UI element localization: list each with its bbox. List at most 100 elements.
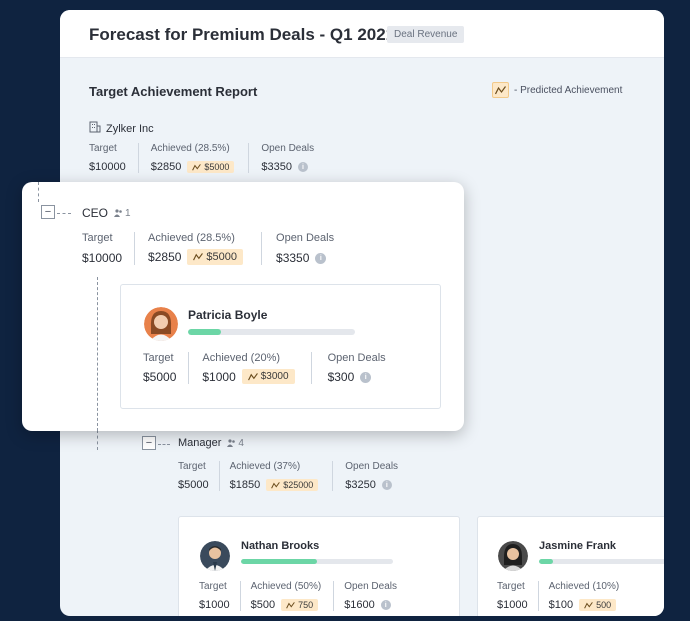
achieved-value: $2850 $5000 [151, 161, 235, 173]
target-value: $10000 [89, 161, 126, 173]
employee-card-nathan-brooks[interactable]: Nathan Brooks Target $1000 Achieved (50%… [178, 516, 460, 616]
achieved-label: Achieved (28.5%) [148, 232, 235, 244]
predicted-value: $3000 [260, 371, 289, 382]
tree-connector [97, 277, 98, 431]
predicted-trend-icon [492, 82, 509, 98]
achieved-label: Achieved (28.5%) [150, 143, 230, 154]
achievement-progress [241, 559, 393, 564]
page-title: Forecast for Premium Deals - Q1 2021 [89, 25, 396, 44]
ceo-card[interactable]: − CEO 1 Target $10000 Achieved (28.5%) $… [22, 182, 464, 431]
ceo-label: CEO [82, 206, 109, 220]
achieved-value: $500 750 [251, 599, 322, 611]
achieved-label: Achieved (50%) [250, 581, 322, 592]
member-count: 4 [227, 438, 244, 449]
avatar [144, 307, 178, 341]
achievement-progress [539, 559, 664, 564]
org-metrics: Target $10000 Achieved (28.5%) $2850 $50… [89, 143, 314, 173]
achievement-progress [188, 329, 355, 335]
employee-name: Nathan Brooks [241, 540, 320, 552]
target-value: $1000 [199, 599, 230, 611]
info-icon[interactable]: i [297, 162, 308, 172]
tree-connector [97, 430, 98, 450]
legend-label: - Predicted Achievement [514, 84, 623, 96]
predicted-value: $5000 [206, 251, 238, 263]
trend-icon [271, 481, 280, 488]
open-deals-value: $1600 i [344, 599, 397, 611]
org-achieved: Achieved (28.5%) $2850 $5000 [139, 143, 249, 173]
org-open-deals: Open Deals $3350 i [249, 143, 314, 173]
open-deals-label: Open Deals [345, 461, 399, 472]
predicted-value: 500 [596, 600, 612, 610]
manager-node[interactable]: Manager 4 [178, 437, 244, 449]
predicted-value: $25000 [283, 480, 314, 490]
target-label: Target [178, 461, 206, 472]
progress-fill [241, 559, 317, 564]
trend-icon [286, 601, 295, 608]
predicted-chip: $3000 [241, 369, 295, 384]
predicted-chip: 500 [579, 599, 617, 611]
tree-connector [158, 444, 170, 445]
info-icon[interactable]: i [381, 480, 392, 490]
info-icon[interactable]: i [380, 600, 391, 610]
info-icon[interactable]: i [315, 252, 327, 264]
manager-metrics: Target $5000 Achieved (37%) $1850 $25000… [178, 461, 398, 491]
report-title: Target Achievement Report [89, 84, 258, 99]
target-value: $10000 [82, 251, 123, 265]
open-deals-value: $3350 i [276, 251, 334, 265]
building-icon [89, 120, 101, 138]
trend-icon [247, 372, 258, 380]
open-deals-label: Open Deals [327, 352, 386, 364]
tree-connector [38, 182, 39, 202]
ceo-metrics: Target $10000 Achieved (28.5%) $2850 $50… [82, 232, 334, 265]
predicted-value: 750 [298, 600, 314, 610]
employee-card-jasmine-frank[interactable]: Jasmine Frank Target $1000 Achieved (10%… [477, 516, 664, 616]
info-icon[interactable]: i [360, 371, 372, 383]
target-value: $5000 [143, 370, 177, 384]
legend: - Predicted Achievement [492, 82, 622, 98]
achieved-amount: $2850 [148, 250, 182, 264]
open-amount: $3350 [261, 161, 292, 173]
achieved-label: Achieved (37%) [229, 461, 301, 472]
ceo-node[interactable]: CEO 1 [82, 206, 131, 220]
org-name: Zylker Inc [106, 123, 154, 135]
target-value: $5000 [178, 479, 209, 491]
employee-name: Jasmine Frank [539, 540, 617, 552]
target-label: Target [497, 581, 525, 592]
open-deals-value: $3250 i [345, 479, 398, 491]
org-row: Zylker Inc [89, 120, 154, 138]
avatar [200, 541, 230, 571]
users-icon [114, 209, 122, 217]
achieved-value: $1850 $25000 [230, 479, 319, 491]
achieved-value: $100 500 [549, 599, 620, 611]
target-label: Target [199, 581, 227, 592]
open-amount: $300 [327, 370, 355, 384]
progress-fill [539, 559, 553, 564]
jasmine-metrics: Target $1000 Achieved (10%) $100 500 [497, 581, 619, 611]
achieved-amount: $1850 [229, 479, 261, 491]
achieved-value: $1000 $3000 [202, 369, 295, 384]
achieved-label: Achieved (20%) [202, 352, 281, 364]
tree-connector [57, 213, 71, 214]
trend-icon [584, 601, 593, 608]
deal-revenue-tag[interactable]: Deal Revenue [387, 26, 465, 43]
employee-card-patricia-boyle[interactable]: Patricia Boyle Target $5000 Achieved (20… [120, 284, 441, 409]
open-deals-label: Open Deals [344, 581, 397, 592]
collapse-icon[interactable]: − [41, 205, 55, 219]
target-label: Target [143, 352, 174, 364]
predicted-value: $5000 [204, 162, 230, 172]
open-amount: $3350 [276, 251, 310, 265]
achieved-label: Achieved (10%) [548, 581, 620, 592]
open-deals-label: Open Deals [261, 143, 315, 154]
nathan-metrics: Target $1000 Achieved (50%) $500 750 Ope… [199, 581, 397, 611]
open-amount: $1600 [344, 599, 375, 611]
open-deals-value: $3350 i [261, 161, 314, 173]
collapse-icon[interactable]: − [142, 436, 156, 450]
predicted-chip: $5000 [187, 161, 235, 173]
achieved-amount: $500 [250, 599, 276, 611]
predicted-chip: $5000 [187, 249, 244, 265]
achieved-amount: $100 [548, 599, 574, 611]
achieved-amount: $1000 [202, 369, 236, 384]
manager-label: Manager [178, 437, 222, 449]
users-icon [227, 439, 236, 447]
predicted-chip: $25000 [266, 479, 319, 491]
